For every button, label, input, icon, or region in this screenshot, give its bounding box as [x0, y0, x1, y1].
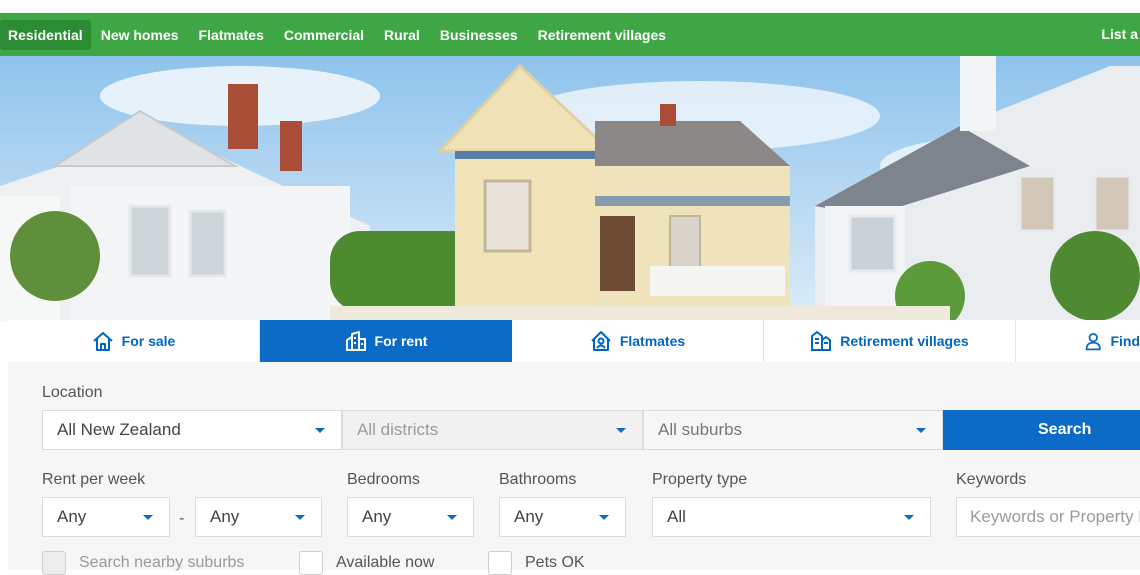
bathrooms-select[interactable]: Any	[499, 497, 626, 537]
search-panel: Location All New Zealand All districts A…	[8, 362, 1140, 575]
hero-image	[0, 56, 1140, 322]
tab-label: Flatmates	[619, 333, 686, 349]
tab-flatmates[interactable]: Flatmates	[512, 320, 764, 362]
tab-label: For sale	[121, 333, 176, 349]
pets-ok-checkbox[interactable]	[488, 551, 512, 575]
nav-new-homes[interactable]: New homes	[91, 20, 189, 50]
nav-businesses[interactable]: Businesses	[430, 20, 528, 50]
list-a-property-link[interactable]: List a	[1101, 13, 1140, 56]
district-value: All districts	[357, 420, 439, 439]
suburb-select[interactable]: All suburbs	[643, 410, 943, 450]
rent-max-value: Any	[210, 507, 240, 526]
tab-label: For rent	[374, 333, 428, 349]
bedrooms-label: Bedrooms	[347, 471, 420, 488]
chevron-down-icon	[315, 428, 325, 433]
available-now-checkbox[interactable]	[299, 551, 323, 575]
house-icon	[92, 332, 113, 351]
available-now-label: Available now	[336, 554, 435, 571]
property-type-value: All	[667, 507, 686, 526]
bedrooms-value: Any	[362, 507, 392, 526]
property-type-select[interactable]: All	[652, 497, 931, 537]
top-strip	[0, 0, 1140, 13]
nearby-suburbs-checkbox[interactable]	[42, 551, 66, 575]
nav-residential[interactable]: Residential	[0, 19, 91, 50]
nav-retirement-villages[interactable]: Retirement villages	[528, 20, 676, 50]
keywords-label: Keywords	[956, 471, 1027, 488]
chevron-down-icon	[143, 515, 153, 520]
region-value: All New Zealand	[57, 420, 181, 439]
rent-label: Rent per week	[42, 471, 146, 488]
chevron-down-icon	[599, 515, 609, 520]
nav-flatmates[interactable]: Flatmates	[189, 20, 274, 50]
tab-retirement-villages[interactable]: Retirement villages	[764, 320, 1016, 362]
bathrooms-value: Any	[514, 507, 544, 526]
rent-separator: -	[179, 510, 185, 527]
region-select[interactable]: All New Zealand	[42, 410, 342, 450]
buildings-icon	[345, 331, 366, 351]
keywords-input[interactable]: Keywords or Property ID	[956, 497, 1140, 537]
chevron-down-icon	[295, 515, 305, 520]
tab-label: Retirement villages	[840, 333, 969, 349]
tab-find[interactable]: Find	[1016, 320, 1140, 362]
chevron-down-icon	[904, 515, 914, 520]
pets-ok-label: Pets OK	[525, 554, 585, 571]
person-icon	[1085, 333, 1101, 351]
rent-max-select[interactable]: Any	[195, 497, 322, 537]
rent-min-value: Any	[57, 507, 87, 526]
bedrooms-select[interactable]: Any	[347, 497, 474, 537]
bathrooms-label: Bathrooms	[499, 471, 577, 488]
top-nav: Residential New homes Flatmates Commerci…	[0, 13, 1140, 56]
nav-commercial[interactable]: Commercial	[274, 20, 374, 50]
tab-for-rent[interactable]: For rent	[260, 320, 512, 362]
search-button[interactable]: Search	[943, 410, 1140, 450]
nav-rural[interactable]: Rural	[374, 20, 430, 50]
tab-for-sale[interactable]: For sale	[8, 320, 260, 362]
property-type-label: Property type	[652, 471, 748, 488]
chevron-down-icon	[447, 515, 457, 520]
chevron-down-icon	[916, 428, 926, 433]
district-select[interactable]: All districts	[342, 410, 643, 450]
tab-label: Find	[1110, 333, 1140, 349]
rent-min-select[interactable]: Any	[42, 497, 170, 537]
village-icon	[811, 331, 832, 351]
chevron-down-icon	[616, 428, 626, 433]
suburb-value: All suburbs	[658, 420, 743, 439]
nearby-suburbs-label: Search nearby suburbs	[79, 554, 245, 571]
location-label: Location	[42, 384, 103, 401]
hero-houses-illustration	[0, 56, 1140, 322]
search-tabs: For sale For rent Flatmates Retirement v…	[8, 320, 1140, 362]
house-person-icon	[591, 331, 611, 351]
